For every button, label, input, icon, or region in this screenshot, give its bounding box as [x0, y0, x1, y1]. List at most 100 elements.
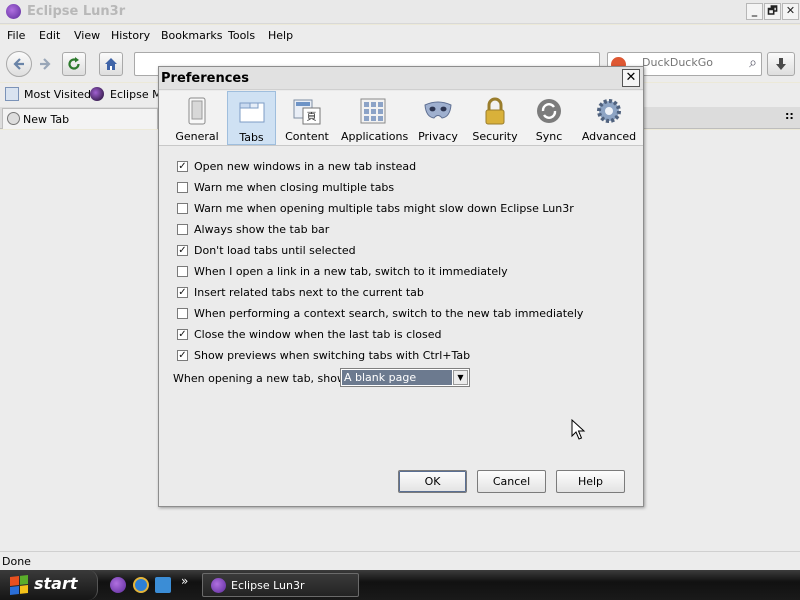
reload-icon: [68, 57, 80, 70]
globe-icon: [7, 112, 20, 125]
home-icon: [105, 58, 117, 70]
option-label: Show previews when switching tabs with C…: [194, 349, 471, 362]
pane-content[interactable]: 頁 Content: [281, 91, 333, 145]
pane-tabs[interactable]: Tabs: [227, 91, 276, 145]
pane-security-label: Security: [472, 130, 518, 143]
checkbox[interactable]: ✓: [177, 350, 188, 361]
quicklaunch-ie-icon[interactable]: [133, 577, 149, 593]
minimize-button[interactable]: _: [746, 3, 763, 20]
menu-edit[interactable]: Edit: [39, 29, 60, 42]
option-label: Close the window when the last tab is cl…: [194, 328, 442, 341]
advanced-gear-icon: [597, 99, 621, 123]
ok-button[interactable]: OK: [398, 470, 467, 493]
option-label: When I open a link in a new tab, switch …: [194, 265, 508, 278]
pane-content-label: Content: [285, 130, 329, 143]
chevron-down-icon[interactable]: ▼: [453, 370, 468, 385]
menu-bookmarks[interactable]: Bookmarks: [161, 29, 222, 42]
applications-grid-icon: [360, 98, 386, 124]
search-icon[interactable]: ⌕: [749, 55, 757, 71]
menu-view[interactable]: View: [74, 29, 100, 42]
menu-bar: File Edit View History Bookmarks Tools H…: [0, 25, 800, 46]
svg-text:頁: 頁: [307, 111, 317, 123]
menu-history[interactable]: History: [111, 29, 150, 42]
eclipse-logo-icon: [90, 87, 104, 101]
dialog-title: Preferences: [161, 71, 249, 86]
pane-advanced-label: Advanced: [581, 130, 637, 143]
start-button[interactable]: start: [0, 570, 98, 600]
reload-button[interactable]: [62, 52, 86, 76]
quicklaunch-app-icon[interactable]: [155, 577, 171, 593]
new-tab-show-value: A blank page: [342, 370, 452, 385]
checkbox[interactable]: [177, 266, 188, 277]
content-page-icon: 頁: [293, 99, 321, 125]
checkbox[interactable]: [177, 224, 188, 235]
mouse-pointer-icon: [571, 419, 586, 440]
general-switch-icon: [188, 97, 206, 125]
forward-button[interactable]: [33, 52, 57, 76]
dialog-titlebar: Preferences ✕: [159, 67, 643, 90]
app-logo-icon: [6, 4, 21, 19]
forward-arrow-icon: [40, 58, 51, 70]
option-label: Insert related tabs next to the current …: [194, 286, 424, 299]
tabs-window-icon: [239, 102, 264, 123]
taskbar-item-label: Eclipse Lun3r: [231, 579, 305, 592]
option-label: Warn me when closing multiple tabs: [194, 181, 395, 194]
quicklaunch-chevron-icon[interactable]: »: [181, 574, 188, 588]
checkbox[interactable]: [177, 308, 188, 319]
taskbar: start » Eclipse Lun3r: [0, 570, 800, 600]
checkbox[interactable]: ✓: [177, 329, 188, 340]
restore-button[interactable]: 🗗: [764, 3, 781, 20]
menu-file[interactable]: File: [7, 29, 25, 42]
checkbox[interactable]: ✓: [177, 161, 188, 172]
home-button[interactable]: [99, 52, 123, 76]
status-bar: Done: [0, 551, 800, 570]
tab-list-icon[interactable]: ::: [785, 109, 794, 122]
window-title: Eclipse Lun3r: [27, 4, 126, 19]
pane-advanced[interactable]: Advanced: [581, 91, 637, 145]
start-label: start: [34, 574, 78, 593]
pane-sync[interactable]: Sync: [527, 91, 571, 145]
bookmark-most-visited[interactable]: Most Visited: [24, 88, 91, 101]
pane-general-label: General: [175, 130, 219, 143]
checkbox[interactable]: ✓: [177, 287, 188, 298]
status-text: Done: [2, 555, 31, 568]
back-arrow-icon: [13, 58, 24, 70]
preferences-pane-bar: General Tabs 頁 Content Applications Priv…: [159, 91, 643, 146]
windows-flag-icon: [10, 575, 28, 595]
new-tab-show-select[interactable]: A blank page ▼: [340, 368, 470, 387]
option-label: Open new windows in a new tab instead: [194, 160, 417, 173]
eclipse-logo-icon: [211, 578, 226, 593]
sync-arrows-icon: [537, 99, 561, 123]
pane-privacy[interactable]: Privacy: [414, 91, 462, 145]
pane-tabs-label: Tabs: [239, 131, 264, 144]
security-padlock-icon: [485, 97, 505, 125]
option-label: Always show the tab bar: [194, 223, 330, 236]
pane-general[interactable]: General: [173, 91, 221, 145]
cancel-button[interactable]: Cancel: [477, 470, 546, 493]
option-label: When performing a context search, switch…: [194, 307, 584, 320]
download-button[interactable]: [767, 52, 795, 76]
bookmark-folder-icon: [5, 87, 19, 101]
option-label: Don't load tabs until selected: [194, 244, 356, 257]
taskbar-item-eclipse[interactable]: Eclipse Lun3r: [202, 573, 359, 597]
option-label: Warn me when opening multiple tabs might…: [194, 202, 574, 215]
menu-tools[interactable]: Tools: [228, 29, 255, 42]
tab-new-tab[interactable]: New Tab: [2, 108, 158, 129]
new-tab-show-label: When opening a new tab, show:: [173, 372, 350, 385]
tab-label: New Tab: [23, 113, 70, 126]
dialog-close-button[interactable]: ✕: [622, 69, 640, 87]
back-button[interactable]: [6, 51, 32, 77]
checkbox[interactable]: [177, 203, 188, 214]
search-input[interactable]: [642, 56, 742, 69]
close-window-button[interactable]: ✕: [782, 3, 799, 20]
pane-applications-label: Applications: [341, 130, 409, 143]
pane-security[interactable]: Security: [469, 91, 521, 145]
quicklaunch-eclipse-icon[interactable]: [110, 577, 126, 593]
menu-help[interactable]: Help: [268, 29, 293, 42]
checkbox[interactable]: ✓: [177, 245, 188, 256]
help-button[interactable]: Help: [556, 470, 625, 493]
pane-applications[interactable]: Applications: [341, 91, 409, 145]
window-titlebar: Eclipse Lun3r _ 🗗 ✕: [0, 0, 800, 24]
pane-sync-label: Sync: [535, 130, 563, 143]
checkbox[interactable]: [177, 182, 188, 193]
